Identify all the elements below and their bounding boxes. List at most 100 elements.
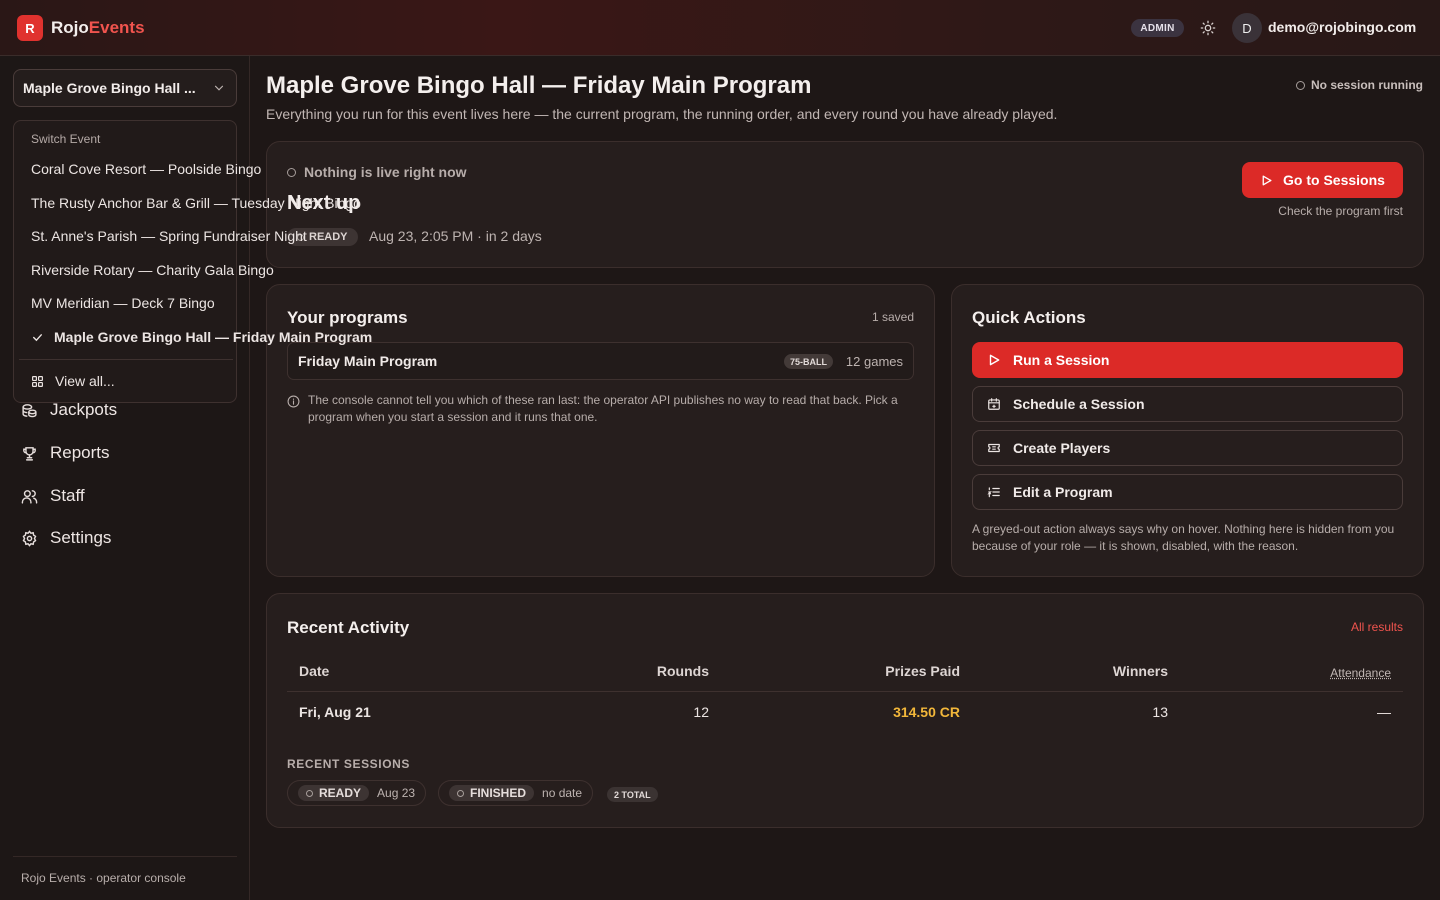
dropdown-item[interactable]: The Rusty Anchor Bar & Grill — Tuesday N… [31,195,361,211]
user-email[interactable]: demo@rojobingo.com [1268,19,1416,35]
saved-count: 1 saved [871,310,914,324]
programs-note: The console cannot tell you which of the… [287,392,907,426]
status-badge: READY [298,785,370,801]
games-count: 12 games [845,354,903,369]
calendar-icon [988,398,1000,410]
chevron-down-icon [214,85,224,91]
coins-icon [22,403,37,417]
quick-actions-card: Quick Actions Run a Session Schedule a S… [951,284,1424,577]
next-session-time: Aug 23, 2:05 PM · in 2 days [369,228,542,244]
create-players-label: Create Players [1013,440,1111,456]
check-icon [33,333,42,341]
gear-icon [22,529,37,547]
sidebar-item-staff[interactable]: Staff [21,486,85,506]
brand-part-2: Events [88,18,145,37]
session-status-label: No session running [1310,78,1423,92]
sidebar-item-label: Settings [50,528,112,547]
main-content: Maple Grove Bingo Hall — Friday Main Pro… [250,56,1440,900]
recent-sessions-label: RECENT SESSIONS [287,757,411,771]
cell-rounds: 12 [693,704,709,720]
sidebar-item-jackpots[interactable]: Jackpots [21,400,117,420]
brand-name[interactable]: RojoEvents [51,18,145,38]
programs-card: Your programs 1 saved Friday Main Progra… [266,284,935,577]
logo-icon[interactable]: R [17,15,43,41]
trophy-icon [23,446,36,461]
all-results-link[interactable]: All results [1351,620,1403,634]
program-name: Friday Main Program [298,353,438,369]
view-all-label: View all... [55,373,115,389]
avatar[interactable]: D [1232,13,1262,43]
role-badge: ADMIN [1131,19,1184,37]
brand-part-1: Rojo [51,18,89,37]
program-row[interactable]: Friday Main Program 75-BALL 12 games [287,342,914,380]
dropdown-item[interactable]: MV Meridian — Deck 7 Bingo [31,295,215,311]
play-icon [1262,175,1272,185]
cell-prizes: 314.50 CR [893,704,960,720]
status-ring-icon [306,789,313,797]
dropdown-item-selected[interactable]: Maple Grove Bingo Hall — Friday Main Pro… [31,329,372,345]
ball-type-badge: 75-BALL [784,354,834,369]
dropdown-header: Switch Event [31,132,101,146]
recent-session-chip[interactable]: FINISHED no date [438,780,594,806]
status-ring-icon [457,789,464,797]
info-icon [287,395,300,408]
dropdown-item-label: Maple Grove Bingo Hall — Friday Main Pro… [54,329,373,345]
sidebar-item-label: Staff [50,486,85,505]
dropdown-divider [19,359,233,360]
sidebar-item-settings[interactable]: Settings [21,528,111,548]
schedule-session-button[interactable]: Schedule a Session [972,386,1403,422]
live-status-label: Nothing is live right now [304,164,467,180]
quick-actions-title: Quick Actions [972,308,1086,327]
event-select[interactable]: Maple Grove Bingo Hall ... [13,69,237,107]
event-select-label: Maple Grove Bingo Hall ... [23,80,196,96]
view-all-button[interactable]: View all... [31,373,115,389]
next-up-card: Nothing is live right now Next up READY … [266,141,1424,268]
users-icon [21,489,38,504]
go-to-sessions-hint: Check the program first [1278,204,1403,218]
live-status: Nothing is live right now [287,164,467,180]
run-session-label: Run a Session [1013,352,1110,368]
go-to-sessions-button[interactable]: Go to Sessions [1242,162,1403,198]
programs-note-text: The console cannot tell you which of the… [308,393,898,424]
run-session-button[interactable]: Run a Session [972,342,1403,378]
edit-program-label: Edit a Program [1013,484,1113,500]
recent-activity-title: Recent Activity [287,618,410,637]
table-header: Date Rounds Prizes Paid Winners Attendan… [287,662,1403,692]
create-players-button[interactable]: Create Players [972,430,1403,466]
column-header-rounds[interactable]: Rounds [657,663,709,679]
grid-icon [32,375,43,387]
sidebar-footer: Rojo Events · operator console [13,856,237,885]
table-row[interactable]: Fri, Aug 21 12 314.50 CR 13 — [287,704,1403,726]
column-header-winners[interactable]: Winners [1113,663,1168,679]
page-title: Maple Grove Bingo Hall — Friday Main Pro… [266,72,812,99]
column-header-date[interactable]: Date [299,663,329,679]
status-badge-label: FINISHED [470,786,527,800]
dropdown-item[interactable]: St. Anne's Parish — Spring Fundraiser Ni… [31,228,307,244]
recent-session-chip[interactable]: READY Aug 23 [287,780,427,806]
cell-date: Fri, Aug 21 [299,704,371,720]
dropdown-item[interactable]: Riverside Rotary — Charity Gala Bingo [31,262,274,278]
edit-program-button[interactable]: Edit a Program [972,474,1403,510]
status-badge-label: READY [319,786,362,800]
sidebar-item-reports[interactable]: Reports [21,443,110,463]
cell-winners: 13 [1152,704,1168,720]
play-icon [989,354,1000,366]
quick-actions-note: A greyed-out action always says why on h… [972,522,1395,553]
go-to-sessions-label: Go to Sessions [1283,172,1385,188]
session-date: no date [542,786,583,800]
session-date: Aug 23 [377,786,416,800]
programs-title: Your programs [287,308,408,327]
sidebar-item-label: Jackpots [50,400,118,419]
recent-activity-card: Recent Activity All results Date Rounds … [266,593,1424,828]
status-ring-icon [287,167,296,177]
event-switch-dropdown: Switch Event Coral Cove Resort — Poolsid… [13,120,372,403]
dropdown-item[interactable]: Coral Cove Resort — Poolside Bingo [31,161,261,177]
session-status: No session running [1295,78,1423,92]
page-subtitle: Everything you run for this event lives … [266,106,1058,122]
sidebar-item-label: Reports [50,443,110,462]
column-header-attendance[interactable]: Attendance [1330,666,1391,680]
theme-toggle-button[interactable] [1198,18,1218,38]
sun-icon [1200,20,1216,36]
schedule-session-label: Schedule a Session [1013,396,1145,412]
column-header-prizes[interactable]: Prizes Paid [885,663,960,679]
